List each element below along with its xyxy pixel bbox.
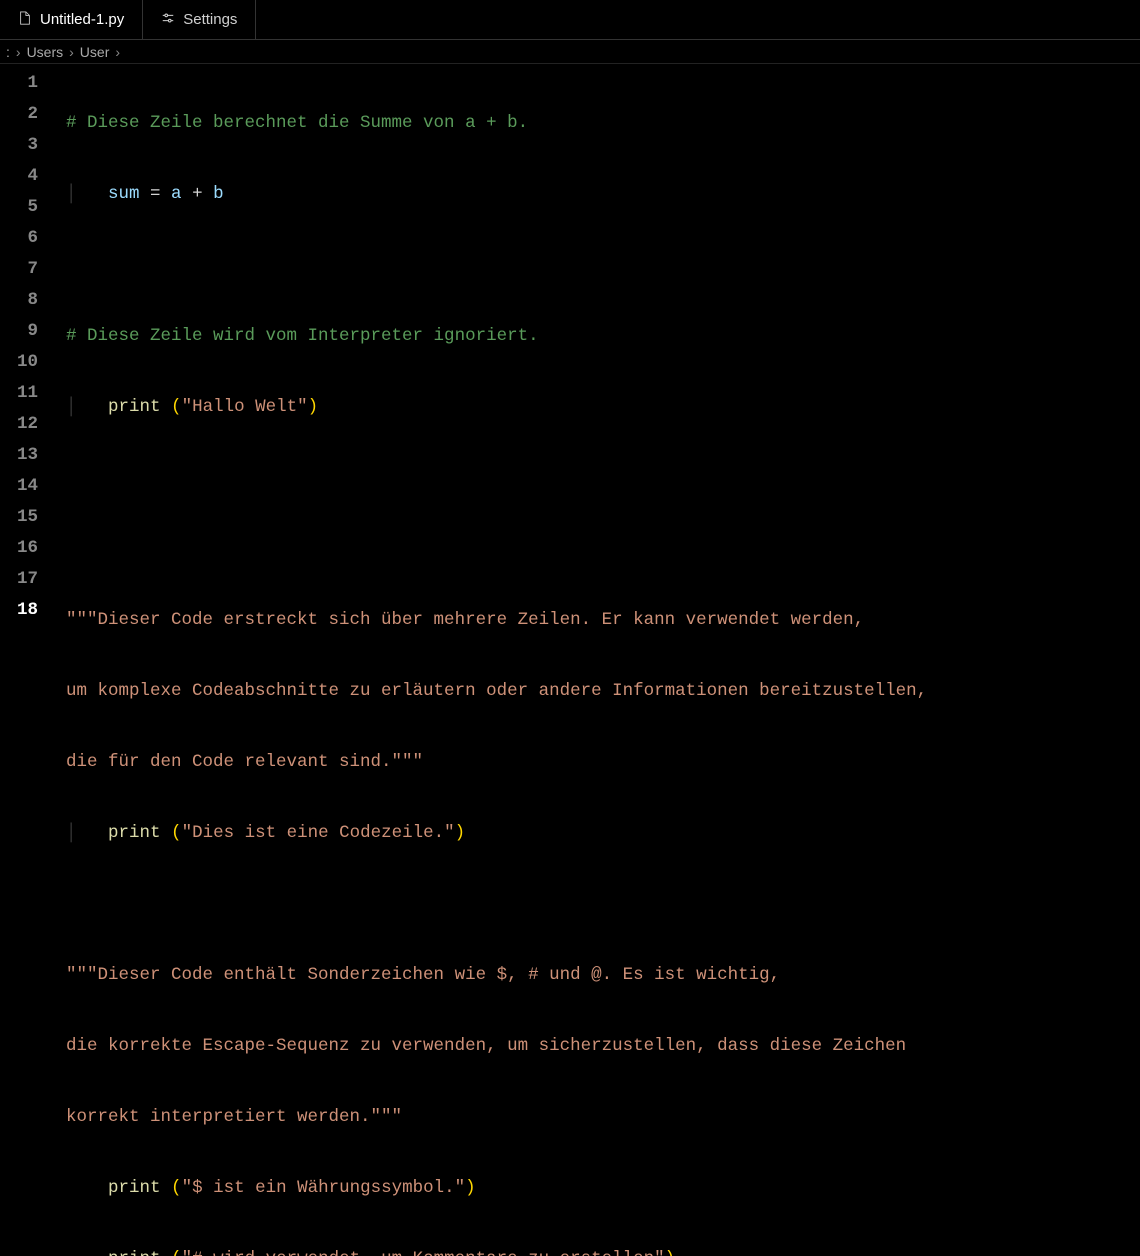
token-var: a	[171, 184, 182, 204]
breadcrumb-item[interactable]: Users	[27, 44, 64, 60]
token-op: +	[182, 184, 214, 204]
code-line[interactable]: um komplexe Codeabschnitte zu erläutern …	[66, 676, 1140, 707]
code-area[interactable]: # Diese Zeile berechnet die Summe von a …	[52, 64, 1140, 628]
token-paren: )	[465, 1178, 476, 1198]
line-number[interactable]: 9	[0, 316, 52, 347]
code-line[interactable]: die korrekte Escape-Sequenz zu verwenden…	[66, 1031, 1140, 1062]
tab-settings[interactable]: Settings	[143, 0, 256, 39]
code-line[interactable]	[66, 250, 1140, 281]
settings-icon	[161, 11, 175, 29]
token-docstring: """Dieser Code erstreckt sich über mehre…	[66, 610, 864, 630]
breadcrumb-item[interactable]: User	[80, 44, 110, 60]
code-line[interactable]: │ print ("Dies ist eine Codezeile.")	[66, 818, 1140, 849]
line-number[interactable]: 3	[0, 130, 52, 161]
token-docstring: """Dieser Code enthält Sonderzeichen wie…	[66, 965, 780, 985]
token-paren: )	[455, 823, 466, 843]
token-docstring: korrekt interpretiert werden."""	[66, 1107, 402, 1127]
line-number[interactable]: 16	[0, 533, 52, 564]
token-paren: )	[308, 397, 319, 417]
token-comment: # Diese Zeile wird vom Interpreter ignor…	[66, 326, 539, 346]
code-line[interactable]: korrekt interpretiert werden."""	[66, 1102, 1140, 1133]
code-line[interactable]: print ("$ ist ein Währungssymbol.")	[66, 1173, 1140, 1204]
token-paren: (	[171, 1249, 182, 1256]
token-paren: (	[171, 397, 182, 417]
token-paren: )	[665, 1249, 676, 1256]
token-string: "Dies ist eine Codezeile."	[182, 823, 455, 843]
code-line[interactable]: print ("# wird verwendet, um Kommentare …	[66, 1244, 1140, 1256]
indent-guide	[66, 1178, 108, 1198]
token-docstring: die korrekte Escape-Sequenz zu verwenden…	[66, 1036, 906, 1056]
indent-guide: │	[66, 823, 108, 843]
space	[161, 1249, 172, 1256]
token-docstring: die für den Code relevant sind."""	[66, 752, 423, 772]
line-number[interactable]: 10	[0, 347, 52, 378]
token-comment: # Diese Zeile berechnet die Summe von a …	[66, 113, 528, 133]
indent-guide: │	[66, 184, 108, 204]
line-number[interactable]: 14	[0, 471, 52, 502]
space	[161, 1178, 172, 1198]
token-func: print	[108, 1178, 161, 1198]
token-paren: (	[171, 1178, 182, 1198]
code-line[interactable]: # Diese Zeile wird vom Interpreter ignor…	[66, 321, 1140, 352]
code-line[interactable]: """Dieser Code enthält Sonderzeichen wie…	[66, 960, 1140, 991]
tabs-bar: Untitled-1.py Settings	[0, 0, 1140, 40]
code-line[interactable]	[66, 889, 1140, 920]
token-string: "$ ist ein Währungssymbol."	[182, 1178, 466, 1198]
line-number[interactable]: 1	[0, 68, 52, 99]
code-line[interactable]: # Diese Zeile berechnet die Summe von a …	[66, 108, 1140, 139]
line-number[interactable]: 11	[0, 378, 52, 409]
line-number[interactable]: 13	[0, 440, 52, 471]
file-icon	[18, 11, 32, 29]
token-var: sum	[108, 184, 140, 204]
indent-guide	[66, 1249, 108, 1256]
breadcrumb-sep	[10, 44, 27, 60]
line-number[interactable]: 8	[0, 285, 52, 316]
token-var: b	[213, 184, 224, 204]
token-func: print	[108, 823, 161, 843]
line-number[interactable]: 5	[0, 192, 52, 223]
gutter: 1 2 3 4 5 6 7 8 9 10 11 12 13 14 15 16 1…	[0, 64, 52, 628]
token-paren: (	[171, 823, 182, 843]
code-line[interactable]: """Dieser Code erstreckt sich über mehre…	[66, 605, 1140, 636]
token-string: "Hallo Welt"	[182, 397, 308, 417]
space	[161, 397, 172, 417]
line-number[interactable]: 15	[0, 502, 52, 533]
line-number[interactable]: 7	[0, 254, 52, 285]
code-line[interactable]	[66, 463, 1140, 494]
code-line[interactable]: die für den Code relevant sind."""	[66, 747, 1140, 778]
tab-file[interactable]: Untitled-1.py	[0, 0, 143, 39]
space	[161, 823, 172, 843]
token-string: "# wird verwendet, um Kommentare zu erst…	[182, 1249, 665, 1256]
code-line[interactable]: │ print ("Hallo Welt")	[66, 392, 1140, 423]
breadcrumb[interactable]: : Users User	[0, 40, 1140, 64]
line-number[interactable]: 12	[0, 409, 52, 440]
code-line[interactable]: │ sum = a + b	[66, 179, 1140, 210]
line-number[interactable]: 18	[0, 595, 52, 626]
breadcrumb-sep	[63, 44, 80, 60]
indent-guide: │	[66, 397, 108, 417]
tab-file-label: Untitled-1.py	[40, 11, 124, 28]
line-number[interactable]: 6	[0, 223, 52, 254]
line-number[interactable]: 17	[0, 564, 52, 595]
tab-settings-label: Settings	[183, 11, 237, 28]
token-docstring: um komplexe Codeabschnitte zu erläutern …	[66, 681, 927, 701]
line-number[interactable]: 4	[0, 161, 52, 192]
line-number[interactable]: 2	[0, 99, 52, 130]
code-line[interactable]	[66, 534, 1140, 565]
token-func: print	[108, 397, 161, 417]
editor[interactable]: 1 2 3 4 5 6 7 8 9 10 11 12 13 14 15 16 1…	[0, 64, 1140, 628]
token-op: =	[140, 184, 172, 204]
breadcrumb-sep	[109, 44, 126, 60]
token-func: print	[108, 1249, 161, 1256]
